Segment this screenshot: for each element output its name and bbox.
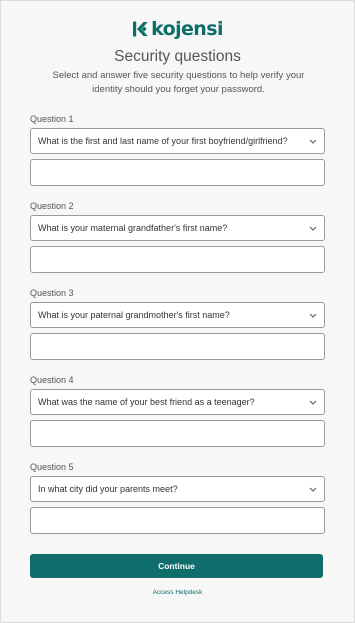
- intro-text: Select and answer five security question…: [52, 70, 305, 95]
- chevron-down-icon: [309, 139, 317, 144]
- brand-name: kojensi: [151, 18, 223, 40]
- answer-input-5[interactable]: [30, 507, 325, 534]
- question-label: Question 2: [30, 201, 74, 211]
- kojensi-logo-icon: [133, 21, 148, 37]
- answer-input-4[interactable]: [30, 420, 325, 447]
- question-select-value: What is your paternal grandmother's firs…: [38, 310, 230, 320]
- question-select-5[interactable]: In what city did your parents meet?: [30, 476, 325, 502]
- answer-input-1[interactable]: [30, 159, 325, 186]
- access-helpdesk-link[interactable]: Access Helpdesk: [1, 589, 354, 596]
- continue-button[interactable]: Continue: [30, 554, 323, 578]
- question-select-4[interactable]: What was the name of your best friend as…: [30, 389, 325, 415]
- question-select-2[interactable]: What is your maternal grandfather's firs…: [30, 215, 325, 241]
- question-block-3: Question 3 What is your paternal grandmo…: [30, 287, 325, 360]
- question-select-value: What is your maternal grandfather's firs…: [38, 223, 228, 233]
- question-block-1: Question 1 What is the first and last na…: [30, 113, 325, 186]
- question-block-2: Question 2 What is your maternal grandfa…: [30, 200, 325, 273]
- question-label: Question 3: [30, 288, 74, 298]
- question-label: Question 1: [30, 114, 74, 124]
- page-title: Security questions: [114, 48, 241, 65]
- question-label: Question 5: [30, 462, 74, 472]
- question-select-1[interactable]: What is the first and last name of your …: [30, 128, 325, 154]
- security-questions-page: kojensi Security questions Select and an…: [0, 0, 355, 623]
- chevron-down-icon: [309, 487, 317, 492]
- brand-logo: kojensi: [1, 18, 354, 40]
- question-select-3[interactable]: What is your paternal grandmother's firs…: [30, 302, 325, 328]
- chevron-down-icon: [309, 226, 317, 231]
- question-select-value: What is the first and last name of your …: [38, 136, 288, 146]
- chevron-down-icon: [309, 400, 317, 405]
- question-select-value: In what city did your parents meet?: [38, 484, 178, 494]
- answer-input-3[interactable]: [30, 333, 325, 360]
- question-block-4: Question 4 What was the name of your bes…: [30, 374, 325, 447]
- question-select-value: What was the name of your best friend as…: [38, 397, 255, 407]
- chevron-down-icon: [309, 313, 317, 318]
- answer-input-2[interactable]: [30, 246, 325, 273]
- question-label: Question 4: [30, 375, 74, 385]
- question-block-5: Question 5 In what city did your parents…: [30, 461, 325, 534]
